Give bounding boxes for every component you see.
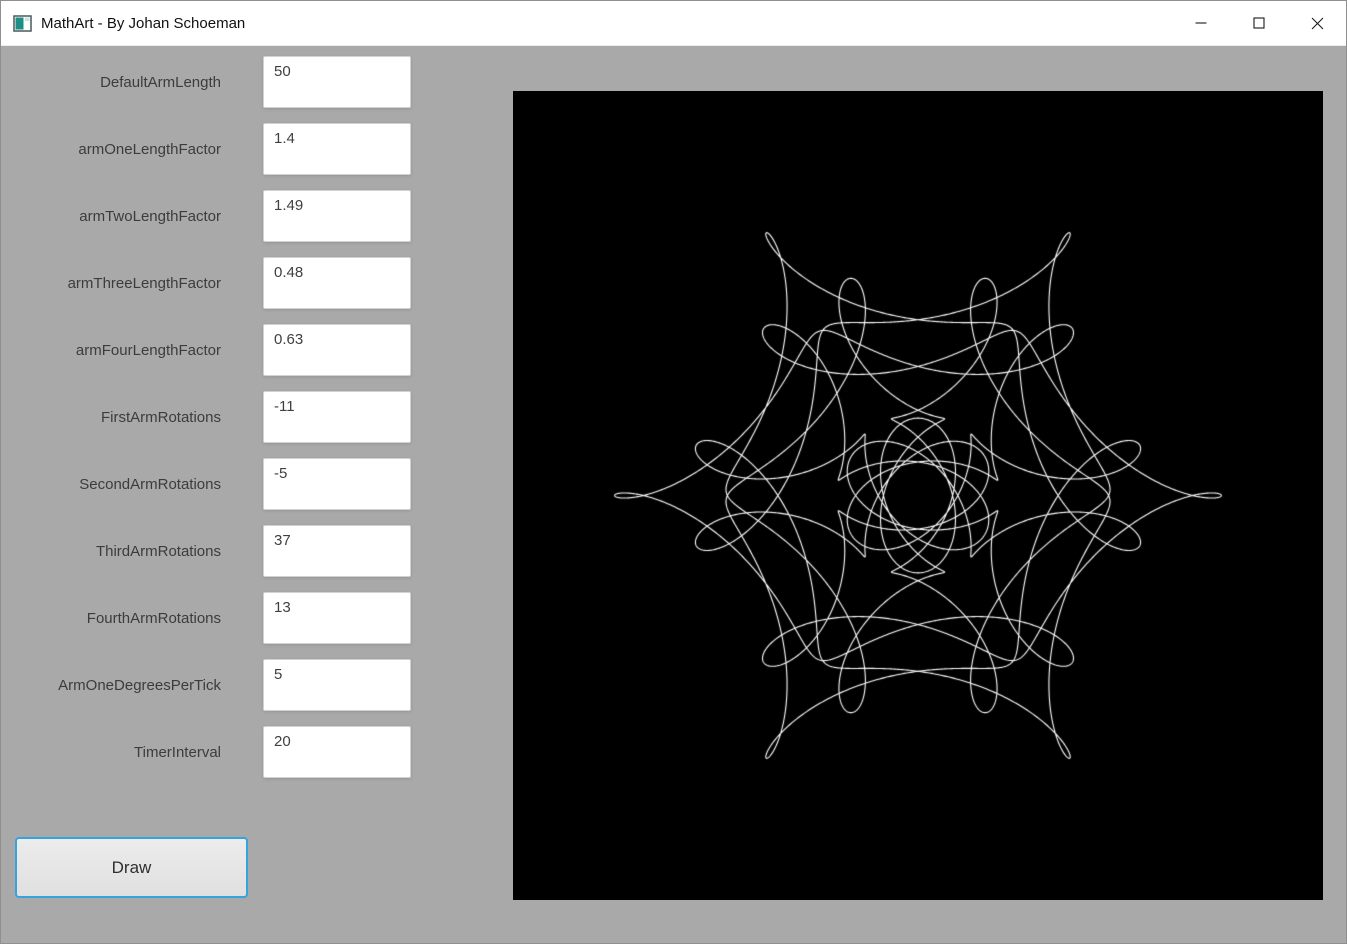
parameters-panel: DefaultArmLength armOneLengthFactor armT… <box>1 46 501 943</box>
field-label: armThreeLengthFactor <box>67 274 221 292</box>
field-label: armTwoLengthFactor <box>79 207 221 225</box>
second-arm-rotations-input[interactable] <box>263 458 411 510</box>
maximize-button[interactable] <box>1230 1 1288 45</box>
field-label: ThirdArmRotations <box>95 542 221 560</box>
field-row-arm-three-length-factor: armThreeLengthFactor <box>15 257 501 309</box>
window-controls <box>1172 1 1346 45</box>
fourth-arm-rotations-input[interactable] <box>263 592 411 644</box>
arm-two-length-factor-input[interactable] <box>263 190 411 242</box>
app-icon <box>13 14 32 32</box>
default-arm-length-input[interactable] <box>263 56 411 108</box>
field-label: SecondArmRotations <box>79 475 221 493</box>
field-row-first-arm-rotations: FirstArmRotations <box>15 391 501 443</box>
first-arm-rotations-input[interactable] <box>263 391 411 443</box>
draw-button[interactable]: Draw <box>15 837 248 898</box>
timer-interval-input[interactable] <box>263 726 411 778</box>
field-row-second-arm-rotations: SecondArmRotations <box>15 458 501 510</box>
art-canvas <box>513 91 1323 900</box>
field-label: FirstArmRotations <box>100 408 221 426</box>
maximize-icon <box>1253 17 1265 29</box>
third-arm-rotations-input[interactable] <box>263 525 411 577</box>
minimize-icon <box>1195 22 1207 24</box>
arm-one-degrees-per-tick-input[interactable] <box>263 659 411 711</box>
field-row-arm-one-length-factor: armOneLengthFactor <box>15 123 501 175</box>
arm-three-length-factor-input[interactable] <box>263 257 411 309</box>
field-label: TimerInterval <box>134 743 221 761</box>
field-row-timer-interval: TimerInterval <box>15 726 501 778</box>
main-area: DefaultArmLength armOneLengthFactor armT… <box>1 46 1346 943</box>
close-button[interactable] <box>1288 1 1346 45</box>
arm-four-length-factor-input[interactable] <box>263 324 411 376</box>
arm-one-length-factor-input[interactable] <box>263 123 411 175</box>
titlebar[interactable]: MathArt - By Johan Schoeman <box>1 1 1346 46</box>
field-row-third-arm-rotations: ThirdArmRotations <box>15 525 501 577</box>
field-label: DefaultArmLength <box>100 73 221 91</box>
field-row-arm-four-length-factor: armFourLengthFactor <box>15 324 501 376</box>
field-label: armFourLengthFactor <box>75 341 221 359</box>
field-row-default-arm-length: DefaultArmLength <box>15 56 501 108</box>
field-label: FourthArmRotations <box>86 609 221 627</box>
minimize-button[interactable] <box>1172 1 1230 45</box>
close-icon <box>1311 17 1323 29</box>
app-window: MathArt - By Johan Schoeman DefaultArmLe… <box>0 0 1347 944</box>
field-label: ArmOneDegreesPerTick <box>58 676 221 694</box>
window-title: MathArt - By Johan Schoeman <box>41 14 246 32</box>
field-row-arm-two-length-factor: armTwoLengthFactor <box>15 190 501 242</box>
field-label: armOneLengthFactor <box>78 140 221 158</box>
field-row-fourth-arm-rotations: FourthArmRotations <box>15 592 501 644</box>
field-row-arm-one-degrees-per-tick: ArmOneDegreesPerTick <box>15 659 501 711</box>
